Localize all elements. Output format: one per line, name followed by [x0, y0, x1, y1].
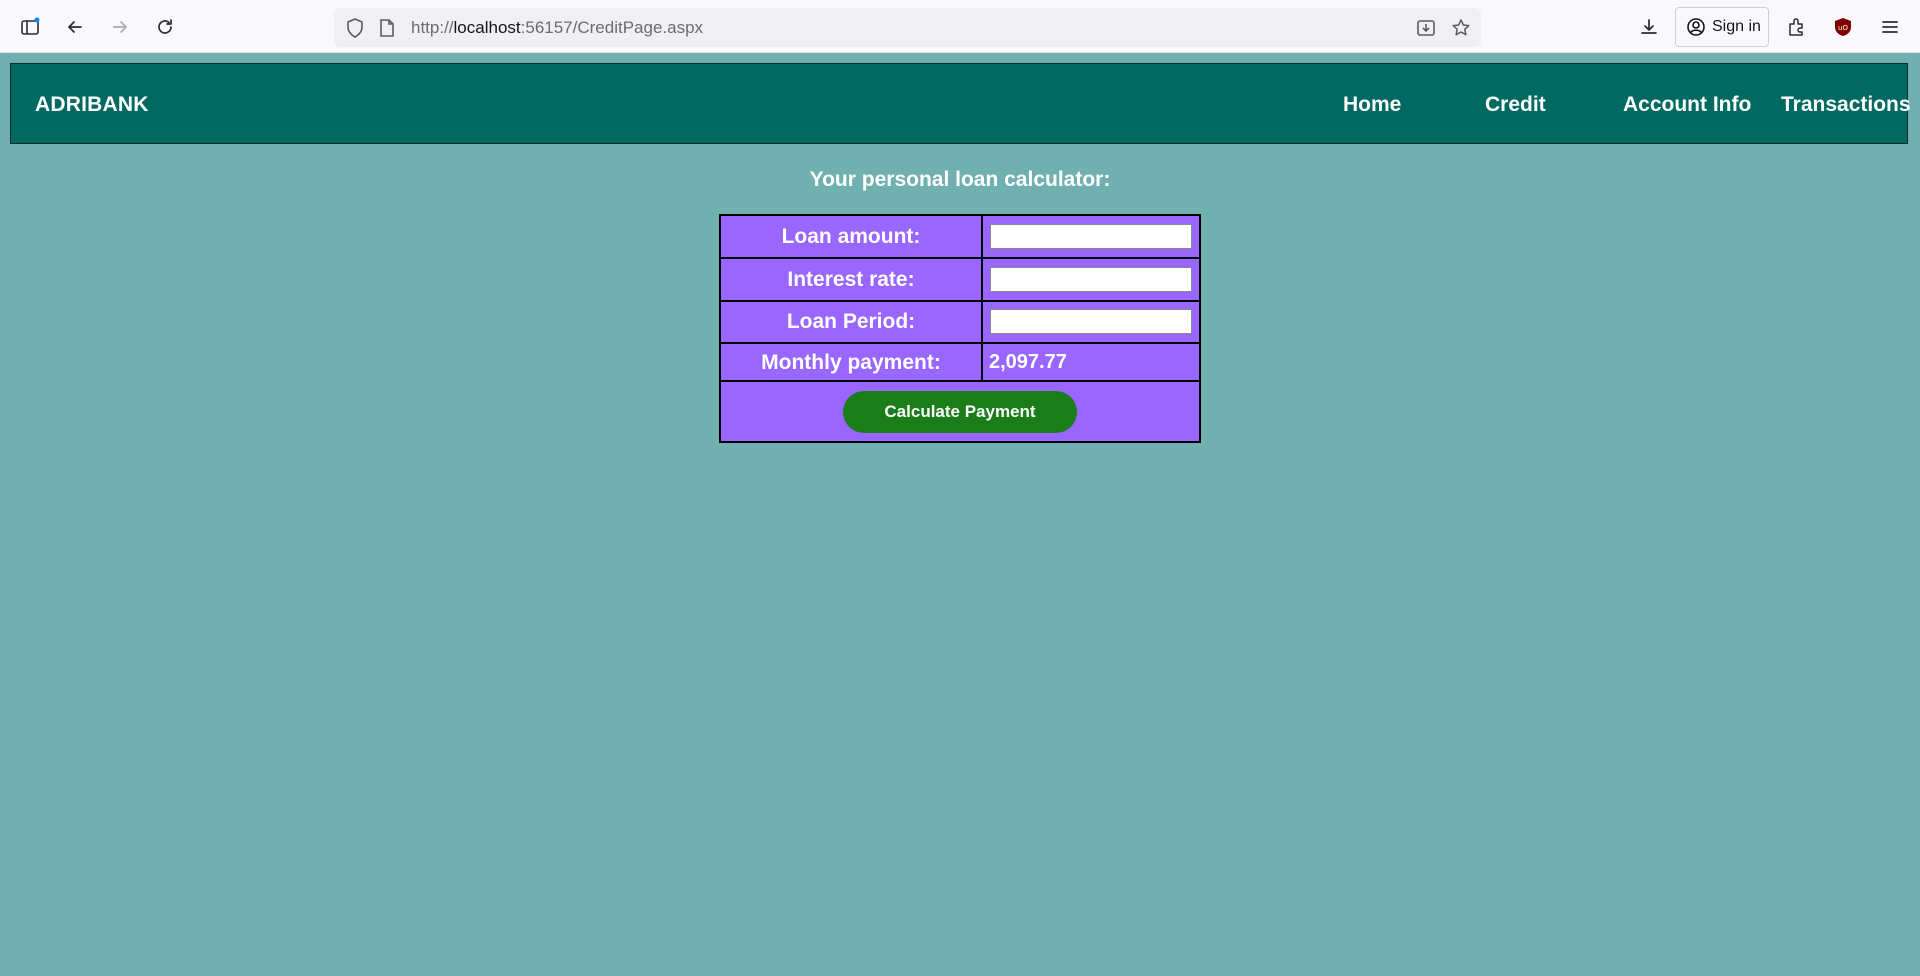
site-logo[interactable]: ADRIBANK	[35, 93, 149, 117]
page-icon	[376, 17, 398, 39]
row-divider	[721, 380, 1199, 382]
sign-in-label: Sign in	[1712, 18, 1761, 35]
ublock-origin-icon[interactable]: uO	[1826, 10, 1860, 44]
calculate-payment-button[interactable]: Calculate Payment	[843, 391, 1077, 433]
interest-rate-label: Interest rate:	[787, 268, 915, 291]
column-divider	[981, 216, 983, 380]
loan-period-input[interactable]	[990, 309, 1192, 334]
loan-period-label: Loan Period:	[786, 310, 916, 333]
url-prefix: http://	[411, 18, 454, 37]
monthly-payment-label: Monthly payment:	[761, 351, 941, 374]
sign-in-button[interactable]: Sign in	[1675, 7, 1769, 47]
bookmark-star-icon[interactable]	[1450, 17, 1472, 39]
nav-transactions[interactable]: Transactions	[1781, 93, 1911, 117]
url-path: :56157/CreditPage.aspx	[520, 18, 704, 37]
address-bar[interactable]: http://localhost:56157/CreditPage.aspx	[334, 8, 1481, 47]
nav-credit[interactable]: Credit	[1485, 93, 1546, 117]
loan-amount-input[interactable]	[990, 224, 1192, 249]
calculator-title: Your personal loan calculator:	[809, 168, 1111, 191]
browser-toolbar: http://localhost:56157/CreditPage.aspx S…	[0, 0, 1920, 53]
interest-rate-input[interactable]	[990, 267, 1192, 292]
back-arrow-icon[interactable]	[58, 10, 92, 44]
svg-text:uO: uO	[1838, 24, 1848, 32]
forward-arrow-icon[interactable]	[103, 10, 137, 44]
save-to-pocket-icon[interactable]	[1415, 17, 1437, 39]
extensions-icon[interactable]	[1779, 10, 1813, 44]
row-divider	[721, 300, 1199, 302]
reload-icon[interactable]	[148, 10, 182, 44]
row-divider	[721, 342, 1199, 344]
nav-home[interactable]: Home	[1343, 93, 1401, 117]
loan-calculator-table: Loan amount: Interest rate: Loan Period:…	[719, 214, 1201, 443]
monthly-payment-value: 2,097.77	[989, 351, 1067, 373]
shield-icon[interactable]	[344, 17, 366, 39]
sidebar-toggle-icon[interactable]	[13, 10, 47, 44]
hamburger-menu-icon[interactable]	[1873, 10, 1907, 44]
site-header: ADRIBANK Home Credit Account Info Transa…	[10, 63, 1911, 144]
loan-amount-label: Loan amount:	[781, 225, 921, 248]
account-icon	[1687, 18, 1705, 36]
nav-account-info[interactable]: Account Info	[1623, 93, 1751, 117]
downloads-icon[interactable]	[1632, 10, 1666, 44]
row-divider	[721, 257, 1199, 259]
url-host: localhost	[453, 18, 521, 37]
url-text[interactable]: http://localhost:56157/CreditPage.aspx	[411, 18, 703, 38]
